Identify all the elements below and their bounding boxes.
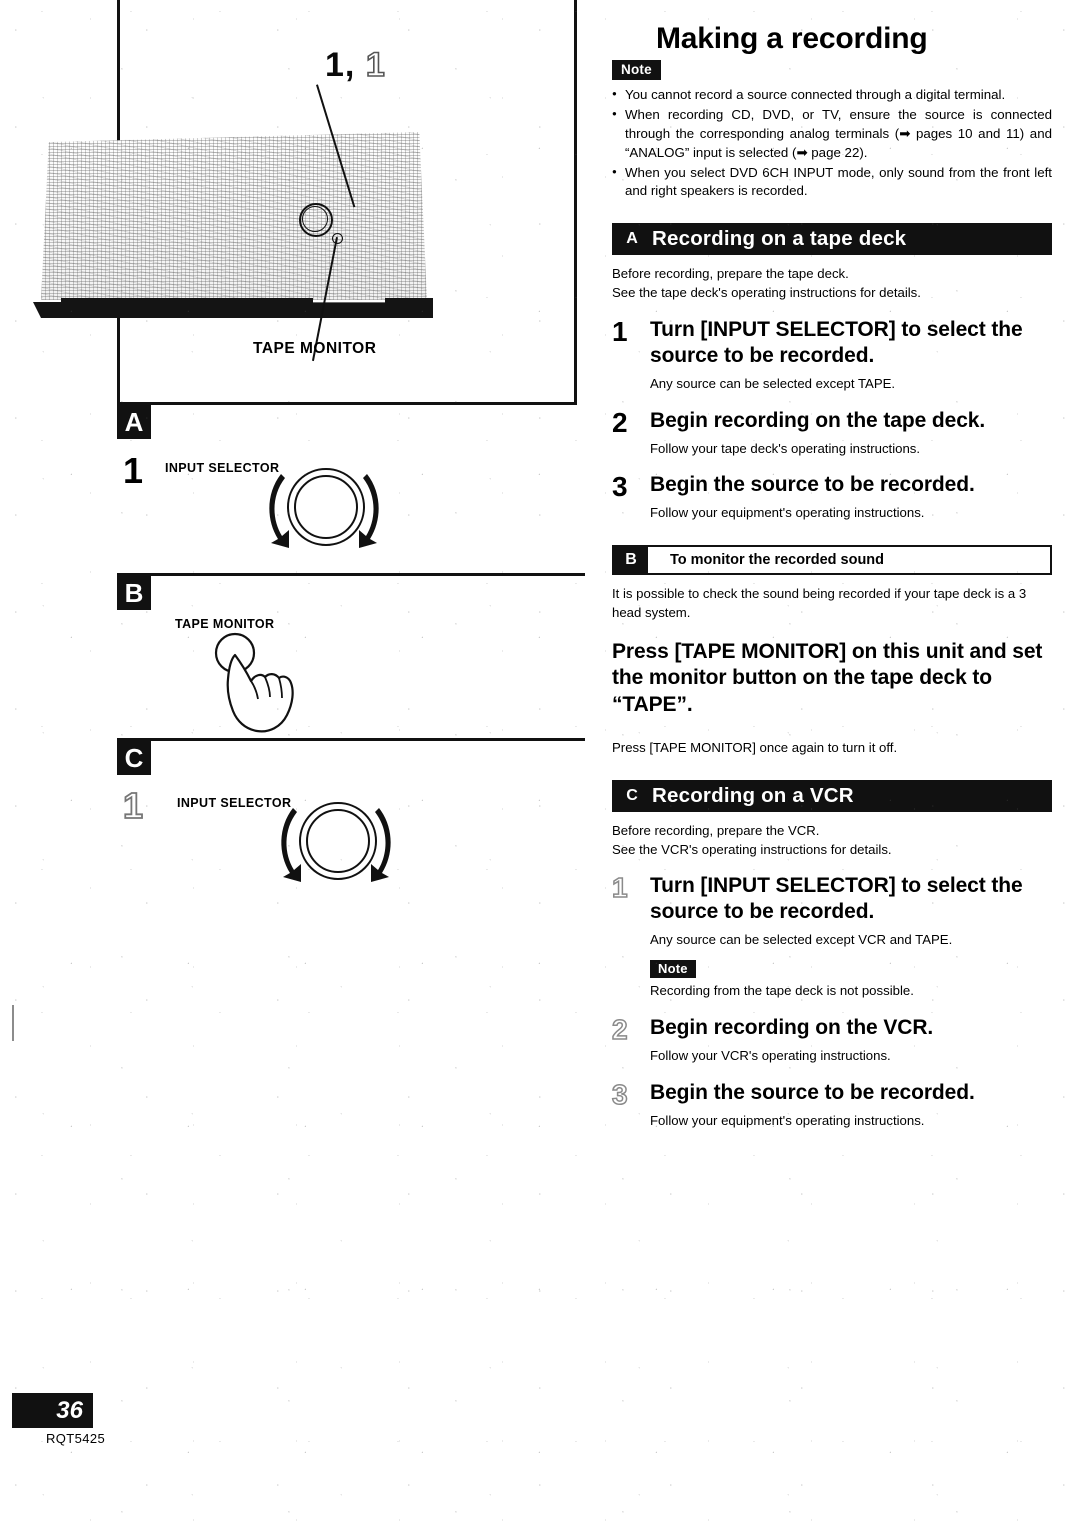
lead-line: Before recording, prepare the VCR.: [612, 822, 820, 838]
diagram-badge-b: B: [117, 576, 151, 610]
note-item: You cannot record a source connected thr…: [612, 86, 1052, 105]
page-title: Making a recording: [656, 22, 928, 55]
note-badge: Note: [612, 60, 661, 80]
diagram-block-b: B TAPE MONITOR: [117, 573, 585, 738]
step-subtext: Any source can be selected except TAPE.: [650, 375, 896, 391]
rotary-knob-diagram-c: [261, 794, 411, 899]
receiver-base-plinth: [33, 298, 433, 318]
callout-step-numbers: 1, 1: [325, 46, 386, 84]
lead-line: Before recording, prepare the tape deck.: [612, 266, 849, 282]
step-subtext: Follow your equipment's operating instru…: [650, 505, 925, 521]
section-title-c: Recording on a VCR: [652, 783, 854, 807]
rotation-arrows-icon: [281, 808, 391, 882]
note-text: Recording from the tape deck is not poss…: [650, 983, 914, 999]
step-number: 2: [611, 1013, 628, 1045]
note-badge: Note: [650, 960, 696, 979]
step-heading: Begin recording on the tape deck.: [650, 408, 986, 432]
step-note: Note Recording from the tape deck is not…: [650, 960, 1052, 1001]
section-b-lead: It is possible to check the sound being …: [612, 586, 1027, 620]
diagram-badge-c: C: [117, 741, 151, 775]
receiver-body: [41, 132, 427, 300]
step-item: 2 Begin recording on the tape deck. Foll…: [612, 406, 1052, 459]
step-item: 1 Turn [INPUT SELECTOR] to select the so…: [612, 317, 1052, 394]
input-selector-knob-icon: [299, 203, 333, 237]
callout-step-hollow: 1: [365, 46, 386, 84]
rotary-knob-diagram-a: [249, 460, 399, 565]
section-b-footer: Press [TAPE MONITOR] once again to turn …: [612, 740, 898, 756]
note-item: When recording CD, DVD, or TV, ensure th…: [612, 106, 1052, 163]
diagram-step-number-a: 1: [123, 450, 144, 491]
section-a-lead: Before recording, prepare the tape deck.…: [612, 265, 1052, 302]
rotation-arrows-icon: [269, 474, 379, 548]
step-heading: Turn [INPUT SELECTOR] to select the sour…: [650, 317, 1023, 367]
content-column: Making a recording Note You cannot recor…: [611, 0, 1052, 1131]
section-b-instruction: Press [TAPE MONITOR] on this unit and se…: [612, 639, 1043, 717]
diagram-badge-a: A: [117, 405, 151, 439]
step-subtext: Follow your tape deck's operating instru…: [650, 440, 921, 456]
callout-label-tape-monitor: TAPE MONITOR: [253, 340, 377, 357]
crop-registration-mark: [12, 1005, 14, 1041]
section-c-lead: Before recording, prepare the VCR. See t…: [612, 822, 1052, 859]
section-header-b: B To monitor the recorded sound: [612, 545, 1052, 576]
hand-icon: [214, 632, 294, 733]
step-number: 3: [611, 1078, 628, 1110]
diagram-block-a: A 1 INPUT SELECTOR: [117, 405, 585, 573]
step-heading: Turn [INPUT SELECTOR] to select the sour…: [650, 874, 1023, 924]
diagram-block-c: C 1 INPUT SELECTOR: [117, 738, 585, 908]
diagram-control-label-b: TAPE MONITOR: [175, 617, 275, 631]
diagram-divider-c: [117, 738, 585, 741]
note-block-top: Note You cannot record a source connecte…: [612, 60, 1052, 201]
section-header-a: A Recording on a tape deck: [612, 223, 1052, 256]
step-number: 1: [612, 315, 628, 347]
note-list: You cannot record a source connected thr…: [612, 86, 1052, 201]
section-letter-a: A: [626, 230, 638, 248]
step-item: 3 Begin the source to be recorded. Follo…: [612, 472, 1052, 523]
step-item: 2 Begin recording on the VCR. Follow you…: [611, 1013, 1052, 1066]
left-illustration-column: 1, 1 TAPE MONITOR A 1 INPUT SELECTOR B T…: [0, 0, 600, 1527]
receiver-front-panel-illustration: [33, 84, 433, 362]
section-header-c: C Recording on a VCR: [612, 779, 1052, 812]
step-item: 1 Turn [INPUT SELECTOR] to select the so…: [611, 872, 1052, 1001]
lead-line: See the VCR's operating instructions for…: [612, 841, 892, 857]
diagram-step-number-c: 1: [122, 785, 144, 826]
manual-page: 1, 1 TAPE MONITOR A 1 INPUT SELECTOR B T…: [0, 0, 1080, 1527]
section-letter-c: C: [626, 786, 638, 804]
hand-pressing-button-diagram: [193, 631, 343, 751]
step-heading: Begin recording on the VCR.: [650, 1015, 934, 1039]
note-item: When you select DVD 6CH INPUT mode, only…: [612, 164, 1052, 202]
lead-line: See the tape deck's operating instructio…: [612, 284, 921, 300]
step-item: 3 Begin the source to be recorded. Follo…: [611, 1078, 1052, 1131]
step-heading: Begin the source to be recorded.: [650, 1080, 975, 1104]
step-number: 2: [612, 406, 628, 438]
step-subtext: Follow your VCR's operating instructions…: [650, 1047, 891, 1063]
document-code: RQT5425: [46, 1431, 106, 1446]
diagram-divider-b: [117, 573, 585, 576]
step-subtext: Any source can be selected except VCR an…: [650, 932, 953, 948]
step-heading: Begin the source to be recorded.: [650, 473, 975, 497]
step-subtext: Follow your equipment's operating instru…: [650, 1112, 925, 1128]
step-number: 1: [611, 872, 628, 904]
section-title-a: Recording on a tape deck: [652, 227, 907, 251]
step-number: 3: [612, 471, 628, 503]
callout-step-solid: 1,: [325, 46, 356, 84]
page-number: 36: [12, 1393, 93, 1428]
section-title-b: To monitor the recorded sound: [670, 552, 885, 569]
section-letter-b: B: [614, 547, 648, 574]
